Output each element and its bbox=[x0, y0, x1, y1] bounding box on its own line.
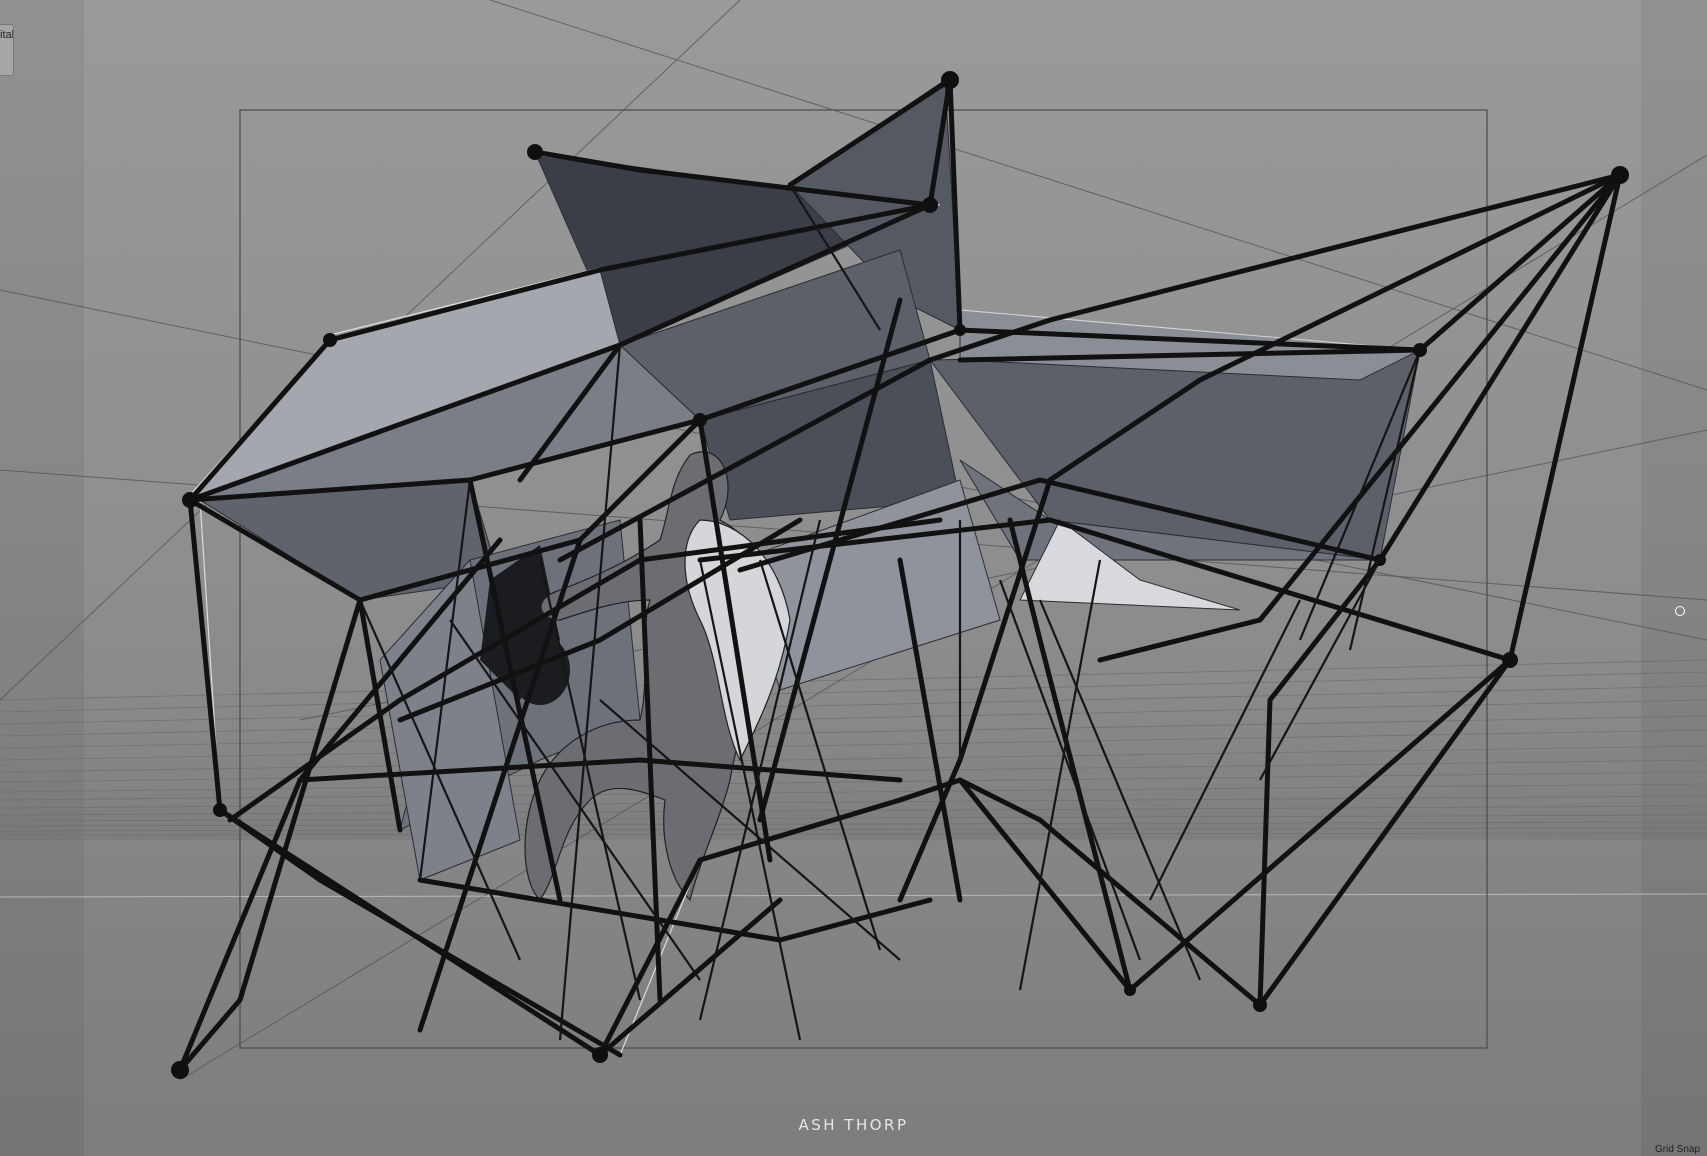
navigation-circle-icon[interactable] bbox=[1675, 606, 1685, 616]
horizon-line bbox=[0, 893, 1707, 898]
artist-watermark: ASH THORP bbox=[798, 1116, 909, 1134]
panel-toggle-label: ital bbox=[0, 29, 14, 41]
scene-render bbox=[0, 0, 1707, 1081]
grid-snap-status[interactable]: Grid Snap bbox=[1655, 1144, 1707, 1155]
panel-toggle-tab[interactable]: ital bbox=[0, 24, 14, 76]
3d-viewport[interactable]: ital ASH THORP Grid Snap bbox=[0, 0, 1707, 1156]
